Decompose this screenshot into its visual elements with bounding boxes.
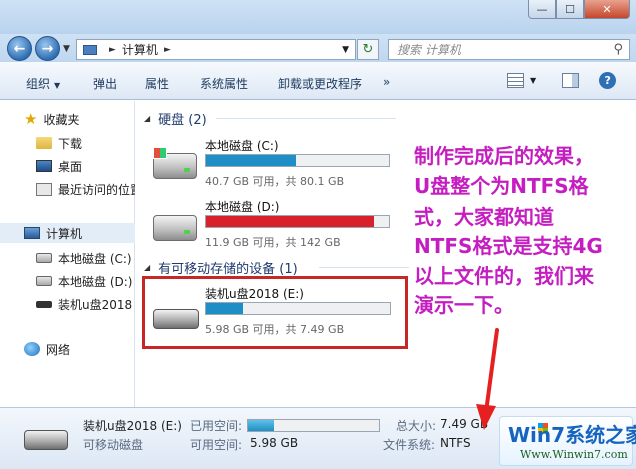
star-icon: ★ — [24, 110, 38, 128]
desktop-icon — [36, 160, 52, 172]
annotation-line: 制作完成后的效果， — [414, 144, 594, 168]
details-fs-label: 文件系统: — [383, 438, 436, 452]
breadcrumb-computer[interactable]: 计算机 — [122, 41, 158, 58]
hard-disk-group-header[interactable]: ◢ 硬盘 (2) — [144, 109, 207, 128]
eject-button[interactable]: 弹出 — [93, 75, 117, 92]
watermark-text: Win7系统之家 — [508, 423, 636, 447]
close-button[interactable]: ✕ — [584, 0, 630, 19]
drive-c-usage-fill — [206, 155, 296, 166]
sidebar-item-usb[interactable]: 装机u盘2018 — [36, 294, 135, 314]
sidebar-item-recent[interactable]: 最近访问的位置 — [36, 179, 135, 199]
drive-d-usage-fill — [206, 216, 375, 227]
sidebar-item-drive-d[interactable]: 本地磁盘 (D:) — [36, 271, 135, 291]
preview-pane-icon[interactable] — [562, 73, 580, 88]
collapse-triangle-icon[interactable]: ◢ — [144, 263, 150, 272]
annotation-line: 演示一下。 — [414, 293, 514, 317]
usb-drive-icon — [36, 300, 52, 308]
sidebar-item-drive-c[interactable]: 本地磁盘 (C:) — [36, 248, 135, 268]
details-used-label: 已用空间: — [190, 419, 243, 433]
change-view-icon[interactable] — [507, 73, 524, 88]
drive-d-space: 11.9 GB 可用，共 142 GB — [205, 236, 341, 249]
removable-group-header[interactable]: ◢ 有可移动存储的设备 (1) — [144, 258, 298, 277]
group-divider — [216, 118, 396, 119]
command-bar: 组织 ▼ 弹出 属性 系统属性 卸载或更改程序 » ▼ ? — [0, 62, 636, 100]
forward-arrow-icon[interactable]: → — [35, 36, 60, 61]
drive-d-name: 本地磁盘 (D:) — [205, 200, 280, 214]
minimize-button[interactable]: — — [528, 0, 556, 19]
chevron-down-icon: ▼ — [54, 81, 61, 90]
drive-c-name: 本地磁盘 (C:) — [205, 139, 279, 153]
details-usage-bar — [247, 419, 380, 432]
highlight-box — [142, 276, 408, 349]
search-placeholder: 搜索 计算机 — [397, 43, 461, 57]
annotation-line: 以上文件的，我们来 — [414, 264, 594, 288]
computer-icon — [24, 227, 40, 239]
hard-drive-icon — [36, 253, 52, 263]
refresh-button[interactable]: ↻ — [357, 39, 379, 60]
windows-logo-icon — [153, 147, 167, 159]
address-dropdown-icon[interactable]: ▼ — [342, 45, 349, 55]
details-fs-value: NTFS — [440, 436, 471, 450]
computer-icon — [83, 44, 97, 55]
details-total-label: 总大小: — [396, 419, 437, 433]
search-input[interactable]: 搜索 计算机 ⚲ — [388, 39, 630, 60]
watermark-url: Www.Winwin7.com — [520, 448, 628, 461]
details-drive-type: 可移动磁盘 — [83, 438, 144, 452]
navigation-bar: ← → ▼ ► 计算机 ► ▼ ↻ 搜索 计算机 ⚲ — [0, 34, 636, 62]
maximize-button[interactable]: ☐ — [556, 0, 584, 19]
usb-drive-icon — [24, 430, 68, 450]
breadcrumb-separator-icon[interactable]: ► — [109, 45, 116, 55]
recent-pages-dropdown[interactable]: ▼ — [63, 44, 70, 54]
view-controls: ▼ ? — [507, 72, 617, 89]
window-controls: — ☐ ✕ — [528, 0, 630, 19]
properties-button[interactable]: 属性 — [145, 75, 169, 92]
sidebar-computer[interactable]: 计算机 — [0, 223, 135, 243]
uninstall-program-button[interactable]: 卸载或更改程序 — [278, 75, 362, 92]
drive-c-space: 40.7 GB 可用，共 80.1 GB — [205, 175, 345, 188]
help-icon[interactable]: ? — [599, 72, 617, 89]
organize-button[interactable]: 组织 ▼ — [26, 75, 60, 92]
breadcrumb-separator-icon[interactable]: ► — [164, 45, 171, 55]
address-bar[interactable]: ► 计算机 ► ▼ — [76, 39, 356, 60]
download-folder-icon — [36, 137, 52, 149]
drive-d-usage-bar — [205, 215, 390, 228]
watermark-logo: Win7系统之家 Www.Winwin7.com — [499, 416, 636, 466]
annotation-line: NTFS格式是支持4G — [414, 234, 603, 258]
details-free-value: 5.98 GB — [250, 436, 299, 450]
more-commands-button[interactable]: » — [383, 75, 390, 89]
details-free-label: 可用空间: — [190, 438, 243, 452]
hard-drive-icon — [36, 276, 52, 286]
search-icon[interactable]: ⚲ — [613, 42, 623, 57]
details-drive-name: 装机u盘2018 (E:) — [83, 419, 182, 433]
content-area: ◢ 硬盘 (2) 本地磁盘 (C:) 40.7 GB 可用，共 80.1 GB … — [136, 101, 636, 407]
details-total-value: 7.49 GB — [440, 417, 489, 431]
back-arrow-icon[interactable]: ← — [7, 36, 32, 61]
system-properties-button[interactable]: 系统属性 — [200, 75, 248, 92]
annotation-line: 式，大家都知道 — [414, 205, 554, 229]
drive-c-usage-bar — [205, 154, 390, 167]
annotation-line: U盘整个为NTFS格 — [414, 174, 589, 198]
network-icon — [24, 342, 40, 356]
group-divider — [319, 267, 409, 268]
details-usage-fill — [248, 420, 275, 431]
navigation-pane: ★ 收藏夹 下载 桌面 最近访问的位置 计算机 本地磁盘 (C:) 本地磁盘 (… — [0, 101, 135, 407]
hard-drive-icon — [153, 215, 197, 241]
chevron-down-icon[interactable]: ▼ — [530, 76, 536, 85]
title-bar: — ☐ ✕ — [0, 0, 636, 34]
recent-places-icon — [36, 182, 52, 196]
collapse-triangle-icon[interactable]: ◢ — [144, 114, 150, 123]
